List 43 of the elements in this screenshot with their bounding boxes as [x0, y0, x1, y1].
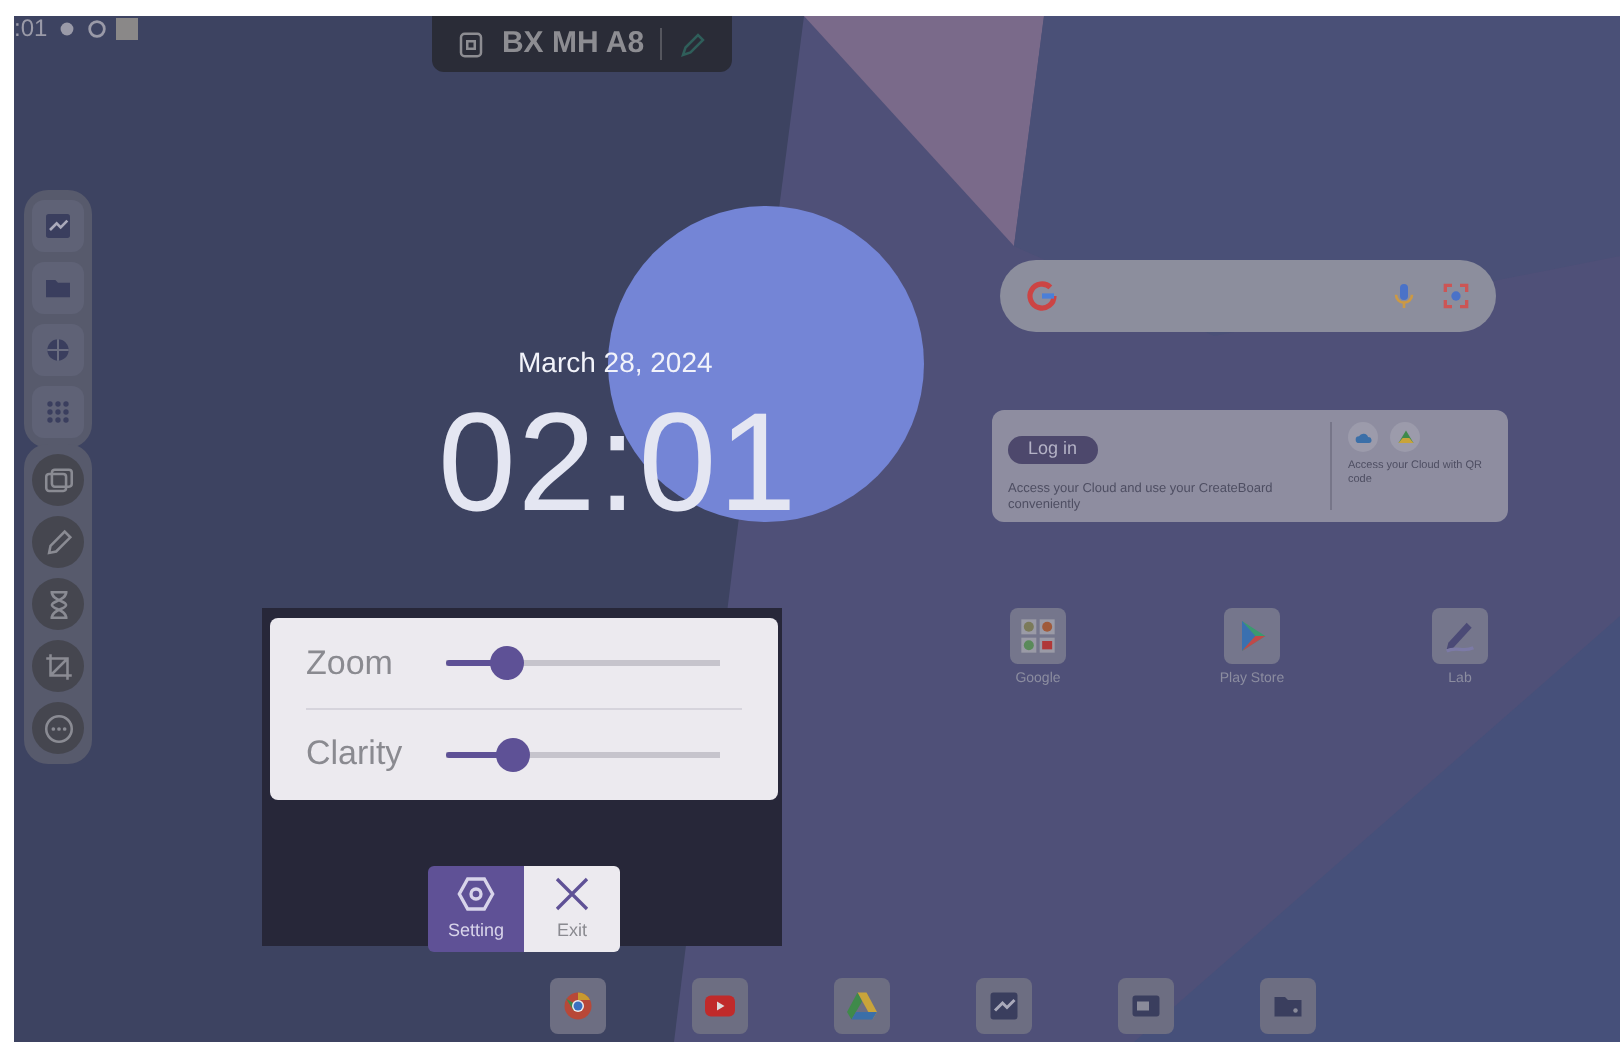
browser-app[interactable] — [550, 978, 606, 1034]
more-button[interactable] — [32, 702, 84, 754]
whiteboard-icon — [42, 210, 74, 242]
search-bar[interactable] — [1000, 260, 1496, 332]
slider-label: Clarity — [306, 732, 405, 777]
camera-lens-icon[interactable] — [1440, 280, 1472, 312]
drive-icon — [844, 988, 880, 1024]
browser-icon — [560, 988, 596, 1024]
pencil-icon — [41, 525, 75, 559]
slider-thumb[interactable] — [495, 737, 530, 771]
more-icon — [41, 711, 75, 745]
login-button[interactable]: Log in — [1008, 436, 1098, 464]
app-icon[interactable] — [1010, 608, 1066, 664]
whiteboard-app[interactable] — [976, 978, 1032, 1034]
folder-button[interactable] — [32, 262, 84, 314]
drive-app[interactable] — [834, 978, 890, 1034]
crop-icon — [41, 649, 75, 683]
device-icon — [455, 29, 486, 59]
apps-grid-icon — [42, 396, 74, 428]
drive-icon — [1395, 427, 1415, 447]
exit-button[interactable]: Exit — [524, 866, 620, 952]
app-icon[interactable] — [1432, 608, 1488, 664]
folder-app[interactable] — [1260, 978, 1316, 1034]
slider-label: Zoom — [306, 641, 395, 686]
whiteboard-icon — [986, 988, 1022, 1024]
app-icon[interactable] — [1224, 608, 1280, 664]
setting-button[interactable]: Setting — [428, 866, 524, 952]
status-time: :01 — [14, 16, 48, 40]
globe-button[interactable] — [32, 324, 84, 376]
crop-button[interactable] — [32, 640, 84, 692]
pencil-icon[interactable] — [678, 29, 709, 59]
device-name: BX MH A8 — [501, 23, 645, 64]
close-icon — [552, 873, 592, 914]
pencil-button[interactable] — [32, 516, 84, 568]
windows-icon — [41, 463, 75, 497]
search-logo-icon — [1024, 278, 1060, 314]
apps-grid-button[interactable] — [32, 386, 84, 438]
screen-share-app[interactable] — [1118, 978, 1174, 1034]
whiteboard-button[interactable] — [32, 200, 84, 252]
slider-thumb[interactable] — [490, 646, 525, 680]
hourglass-button[interactable] — [32, 578, 84, 630]
windows-button[interactable] — [32, 454, 84, 506]
app-folder-icon — [1018, 616, 1058, 656]
